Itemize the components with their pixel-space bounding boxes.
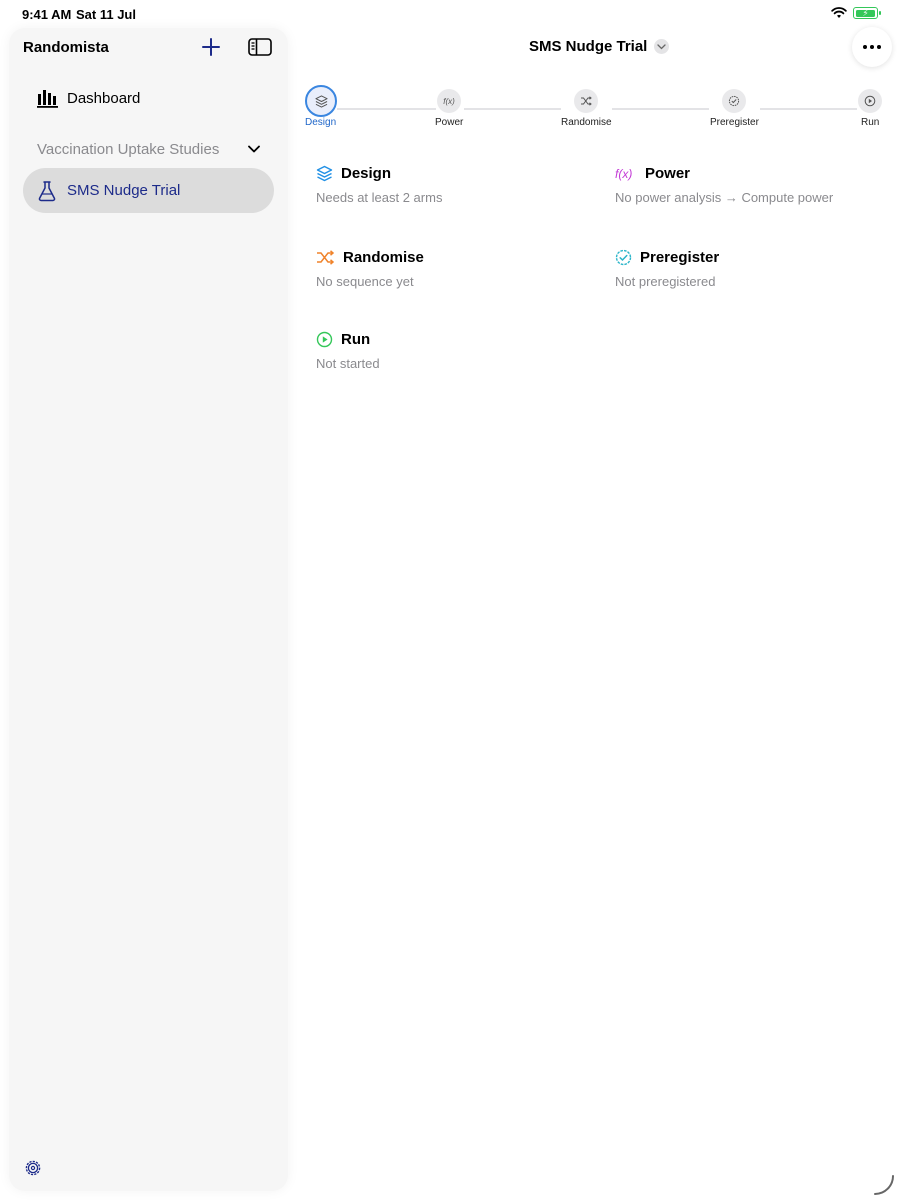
- card-subtitle: No power analysis → Compute power: [615, 190, 834, 205]
- sidebar-item-label: Dashboard: [67, 89, 141, 107]
- sidebar-section-header[interactable]: Vaccination Uptake Studies: [23, 136, 273, 162]
- page-title-menu[interactable]: SMS Nudge Trial: [529, 38, 670, 55]
- step-preregister[interactable]: Preregister: [708, 89, 768, 131]
- step-power[interactable]: f(x) Power: [430, 89, 470, 131]
- gear-icon[interactable]: [24, 1159, 42, 1177]
- play-circle-icon: [864, 95, 876, 107]
- shuffle-icon: [317, 250, 335, 265]
- card-title: Run: [341, 331, 371, 348]
- stack-icon: [316, 165, 333, 182]
- chevron-down-icon: [654, 39, 670, 54]
- shuffle-icon: [581, 96, 592, 106]
- seal-check-icon: [728, 95, 740, 107]
- step-label: Randomise: [561, 117, 612, 128]
- card-power[interactable]: f(x) Power No power analysis → Compute p…: [615, 165, 833, 205]
- step-connector: [612, 108, 709, 110]
- page-title: SMS Nudge Trial: [529, 38, 648, 55]
- play-circle-icon: [316, 331, 333, 348]
- status-icons: ⚡: [831, 7, 881, 19]
- card-subtitle: Not preregistered: [615, 274, 716, 289]
- card-subtitle: No sequence yet: [316, 274, 414, 289]
- sidebar: Randomista Dashboard Vaccination Uptake …: [9, 28, 288, 1191]
- wifi-icon: [831, 7, 847, 18]
- ellipsis-icon: [863, 45, 881, 49]
- card-run[interactable]: Run Not started: [316, 331, 380, 371]
- more-button[interactable]: [852, 27, 892, 67]
- step-connector: [337, 108, 436, 110]
- card-design[interactable]: Design Needs at least 2 arms: [316, 165, 442, 205]
- resize-handle-icon[interactable]: [872, 1172, 896, 1196]
- card-title: Power: [645, 165, 691, 182]
- charging-bolt-icon: ⚡: [862, 7, 869, 18]
- status-date: Sat 11 Jul: [76, 7, 136, 22]
- plus-icon[interactable]: [200, 36, 222, 58]
- card-title: Randomise: [343, 249, 424, 266]
- stack-icon: [314, 94, 328, 108]
- sidebar-item-sms-nudge-trial[interactable]: SMS Nudge Trial: [23, 168, 274, 213]
- card-randomise[interactable]: Randomise No sequence yet: [316, 249, 424, 289]
- battery-icon: ⚡: [853, 7, 881, 19]
- sidebar-item-label: SMS Nudge Trial: [67, 182, 181, 199]
- sidebar-item-dashboard[interactable]: Dashboard: [23, 83, 273, 113]
- section-label: Vaccination Uptake Studies: [37, 140, 220, 158]
- card-subtitle: Needs at least 2 arms: [316, 190, 443, 205]
- step-label: Run: [861, 117, 880, 128]
- step-connector: [760, 108, 857, 110]
- card-preregister[interactable]: Preregister Not preregistered: [615, 249, 719, 289]
- sidebar-header: Randomista: [9, 28, 288, 68]
- step-label: Design: [305, 117, 337, 128]
- step-connector: [464, 108, 561, 110]
- chart-bar-icon: [37, 90, 58, 108]
- sidebar-toggle-icon[interactable]: [248, 38, 272, 56]
- step-run[interactable]: Run: [856, 89, 886, 131]
- chevron-down-icon: [248, 145, 260, 153]
- card-subtitle: Not started: [316, 356, 380, 371]
- step-label: Power: [435, 117, 464, 128]
- seal-check-icon: [615, 249, 632, 266]
- status-bar: 9:41 AM Sat 11 Jul ⚡: [0, 0, 900, 28]
- function-icon: f(x): [443, 96, 455, 106]
- card-title: Design: [341, 165, 392, 182]
- flask-icon: [38, 180, 56, 201]
- app-title: Randomista: [23, 39, 109, 56]
- step-design[interactable]: Design: [305, 85, 339, 131]
- step-randomise[interactable]: Randomise: [560, 89, 620, 131]
- card-title: Preregister: [640, 249, 720, 266]
- step-label: Preregister: [710, 117, 759, 128]
- status-time: 9:41 AM: [22, 7, 72, 22]
- function-icon: f(x): [615, 166, 633, 181]
